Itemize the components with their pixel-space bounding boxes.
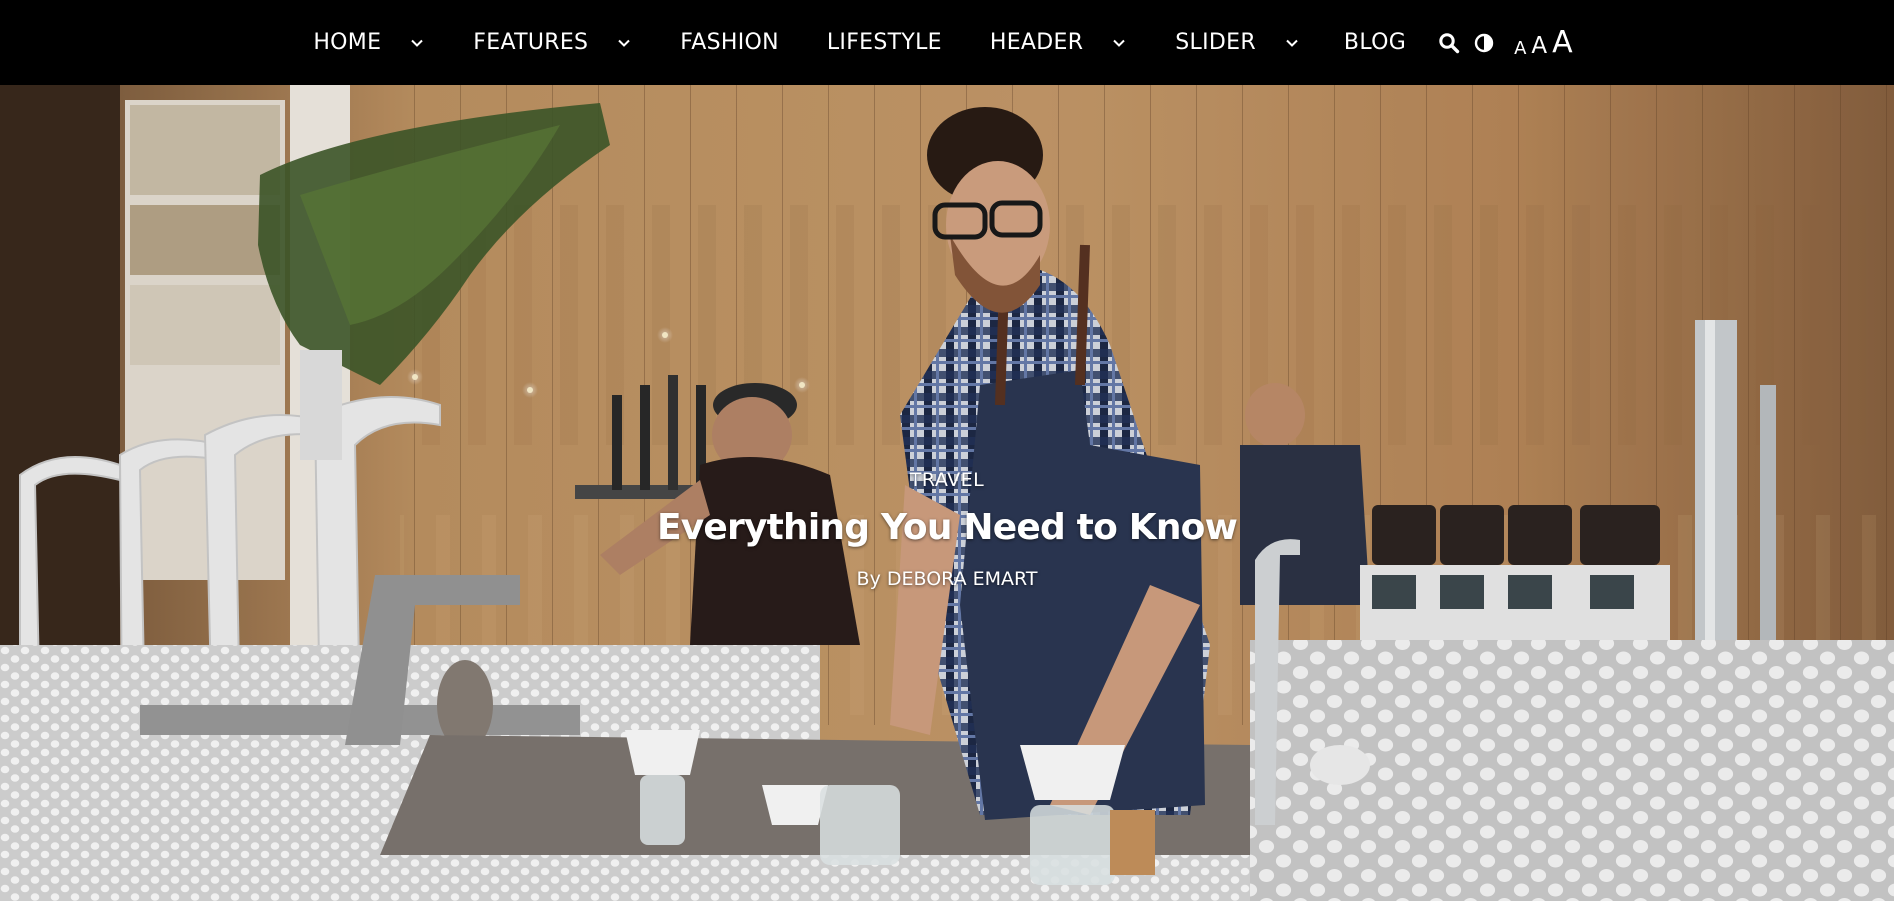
hero-slide[interactable]: TRAVEL Everything You Need to Know By DE… bbox=[0, 85, 1894, 901]
post-category-link[interactable]: TRAVEL bbox=[910, 469, 984, 491]
nav-item-blog[interactable]: BLOG bbox=[1344, 0, 1406, 85]
chevron-down-icon[interactable] bbox=[1284, 35, 1300, 51]
chevron-down-icon[interactable] bbox=[616, 35, 632, 51]
chevron-down-icon[interactable] bbox=[1111, 35, 1127, 51]
top-navigation-bar: HOME FEATURES FASHION LIFESTYLE HEADER S… bbox=[0, 0, 1894, 85]
byline-prefix: By bbox=[856, 568, 881, 590]
post-title-link[interactable]: Everything You Need to Know bbox=[657, 507, 1238, 548]
nav-item-slider[interactable]: SLIDER bbox=[1175, 0, 1300, 85]
nav-label-features: FEATURES bbox=[473, 30, 589, 55]
header-tools: A A A bbox=[1438, 27, 1573, 58]
nav-item-fashion[interactable]: FASHION bbox=[680, 0, 779, 85]
contrast-icon[interactable] bbox=[1474, 33, 1494, 53]
nav-label-lifestyle: LIFESTYLE bbox=[826, 30, 942, 55]
author-link[interactable]: DEBORA EMART bbox=[887, 568, 1038, 590]
nav-item-header[interactable]: HEADER bbox=[990, 0, 1127, 85]
font-size-large-button[interactable]: A bbox=[1552, 27, 1573, 58]
nav-label-header: HEADER bbox=[989, 30, 1084, 55]
nav-label-fashion: FASHION bbox=[680, 30, 779, 55]
nav-label-blog: BLOG bbox=[1343, 30, 1407, 55]
main-menu: HOME FEATURES FASHION LIFESTYLE HEADER S… bbox=[313, 0, 1572, 85]
chevron-down-icon[interactable] bbox=[409, 35, 425, 51]
post-byline: By DEBORA EMART bbox=[0, 568, 1894, 590]
hero-caption: TRAVEL Everything You Need to Know By DE… bbox=[0, 469, 1894, 590]
font-size-controls: A A A bbox=[1514, 27, 1573, 58]
nav-item-features[interactable]: FEATURES bbox=[473, 0, 632, 85]
search-icon[interactable] bbox=[1438, 32, 1460, 54]
font-size-medium-button[interactable]: A bbox=[1531, 34, 1547, 58]
nav-item-home[interactable]: HOME bbox=[313, 0, 425, 85]
nav-label-home: HOME bbox=[313, 30, 382, 55]
nav-label-slider: SLIDER bbox=[1175, 30, 1256, 55]
nav-item-lifestyle[interactable]: LIFESTYLE bbox=[827, 0, 942, 85]
font-size-small-button[interactable]: A bbox=[1514, 39, 1526, 58]
